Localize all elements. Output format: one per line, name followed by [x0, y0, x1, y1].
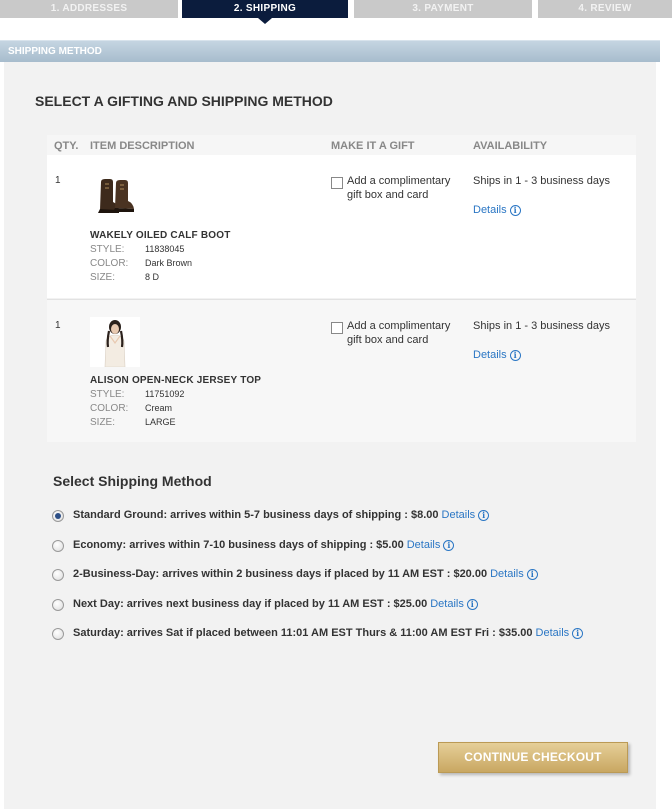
gift-header: MAKE IT A GIFT	[331, 140, 415, 152]
color-value: Dark Brown	[145, 258, 193, 268]
option-label: Economy: arrives within 7-10 business da…	[73, 539, 455, 551]
details-label: Details	[473, 349, 507, 361]
radio-next-day[interactable]	[52, 599, 64, 611]
info-icon: i	[572, 628, 584, 639]
style-value: 11751092	[145, 389, 185, 399]
section-header: SHIPPING METHOD	[0, 40, 660, 62]
details-link[interactable]: Details i	[430, 598, 478, 610]
details-link[interactable]: Details i	[473, 204, 521, 216]
color-label: COLOR:	[90, 403, 129, 414]
details-link[interactable]: Details i	[536, 627, 584, 639]
item-qty: 1	[55, 175, 61, 186]
qty-header: QTY.	[54, 140, 79, 152]
continue-checkout-button[interactable]: CONTINUE CHECKOUT	[438, 742, 628, 773]
gift-option-label: Add a complimentary gift box and card	[347, 175, 451, 201]
gift-option-label: Add a complimentary gift box and card	[347, 320, 451, 346]
availability-text: Ships in 1 - 3 business days	[473, 175, 610, 187]
table-row: 1 WAKELY OILED CALF BOOT STYLE: 11838045…	[47, 155, 636, 298]
color-label: COLOR:	[90, 258, 129, 269]
info-icon: i	[443, 540, 455, 551]
info-icon: i	[526, 569, 538, 580]
option-label: Next Day: arrives next business day if p…	[73, 598, 478, 610]
step-label: 2. SHIPPING	[233, 3, 297, 14]
checkout-progress: 1. ADDRESSES 2. SHIPPING 3. PAYMENT 4. R…	[0, 0, 672, 24]
item-name[interactable]: ALISON OPEN-NECK JERSEY TOP	[90, 375, 261, 386]
panel-title: SELECT A GIFTING AND SHIPPING METHOD	[35, 93, 333, 109]
availability-text: Ships in 1 - 3 business days	[473, 320, 610, 332]
step-review[interactable]: 4. REVIEW	[538, 0, 672, 18]
size-value: LARGE	[145, 417, 176, 427]
availability-header: AVAILABILITY	[473, 140, 548, 152]
info-icon: i	[509, 205, 521, 216]
style-value: 11838045	[145, 244, 185, 254]
info-icon: i	[466, 599, 478, 610]
step-payment[interactable]: 3. PAYMENT	[354, 0, 532, 18]
radio-standard[interactable]	[52, 510, 64, 522]
table-row: 1 ALISON OPEN-NECK JERSEY TOP STYLE: 117…	[47, 299, 636, 442]
option-label: Saturday: arrives Sat if placed between …	[73, 627, 584, 639]
shipping-panel: SELECT A GIFTING AND SHIPPING METHOD QTY…	[4, 62, 656, 809]
style-label: STYLE:	[90, 389, 125, 400]
top-thumbnail[interactable]	[90, 317, 140, 368]
radio-saturday[interactable]	[52, 628, 64, 640]
size-value: 8 D	[145, 272, 160, 282]
section-title: SHIPPING METHOD	[8, 46, 102, 57]
item-name[interactable]: WAKELY OILED CALF BOOT	[90, 230, 231, 241]
gift-checkbox[interactable]	[331, 322, 343, 334]
color-value: Cream	[145, 403, 173, 413]
step-addresses[interactable]: 1. ADDRESSES	[0, 0, 178, 18]
info-icon: i	[509, 350, 521, 361]
items-table-header: QTY. ITEM DESCRIPTION MAKE IT A GIFT AVA…	[47, 135, 636, 155]
step-label: 1. ADDRESSES	[50, 3, 128, 14]
step-label: 3. PAYMENT	[412, 3, 474, 14]
size-label: SIZE:	[90, 417, 116, 428]
info-icon: i	[478, 510, 490, 521]
radio-2-business-day[interactable]	[52, 569, 64, 581]
details-link[interactable]: Details i	[407, 539, 455, 551]
description-header: ITEM DESCRIPTION	[90, 140, 195, 152]
step-label: 4. REVIEW	[578, 3, 632, 14]
option-label: Standard Ground: arrives within 5-7 busi…	[73, 509, 490, 521]
step-shipping[interactable]: 2. SHIPPING	[182, 0, 348, 24]
details-link[interactable]: Details i	[490, 568, 538, 580]
shipping-method-title: Select Shipping Method	[53, 473, 212, 489]
boot-thumbnail[interactable]	[90, 172, 140, 222]
gift-checkbox[interactable]	[331, 177, 343, 189]
details-link[interactable]: Details i	[473, 349, 521, 361]
size-label: SIZE:	[90, 272, 116, 283]
details-label: Details	[473, 204, 507, 216]
details-link[interactable]: Details i	[442, 509, 490, 521]
option-label: 2-Business-Day: arrives within 2 busines…	[73, 568, 538, 580]
item-qty: 1	[55, 320, 61, 331]
style-label: STYLE:	[90, 244, 125, 255]
radio-economy[interactable]	[52, 540, 64, 552]
active-step-notch	[258, 18, 272, 24]
